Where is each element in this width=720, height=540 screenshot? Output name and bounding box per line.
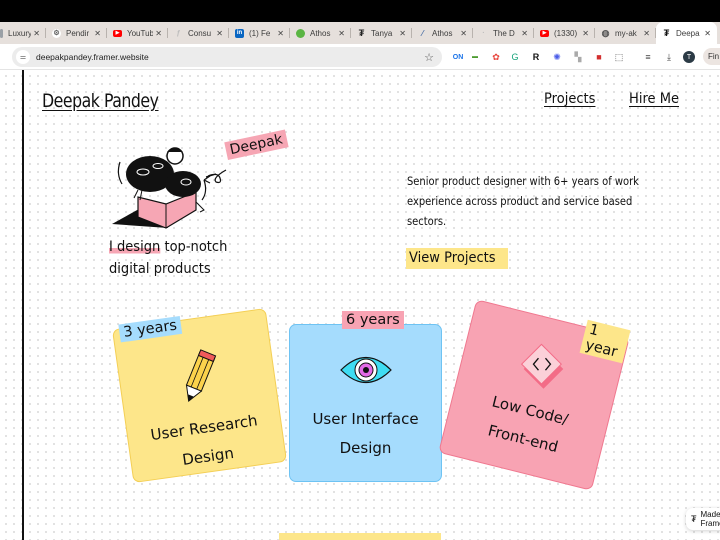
tab-pendir[interactable]: ⚙ Pendir ✕ — [46, 22, 107, 44]
tab-linkedin[interactable]: in (1) Fe ✕ — [229, 22, 290, 44]
grammarly-icon[interactable]: G — [509, 50, 521, 64]
globe-icon: ◍ — [601, 27, 610, 38]
pdf-icon[interactable]: ■ — [593, 50, 605, 64]
card-title-line1: User Interface — [312, 410, 419, 428]
close-icon[interactable]: ✕ — [521, 29, 528, 38]
eye-icon — [340, 356, 392, 384]
close-icon[interactable]: ✕ — [155, 29, 162, 38]
site-logo[interactable]: Deepak Pandey — [42, 90, 159, 112]
framer-icon: ₮ — [358, 28, 365, 38]
page-border-line — [22, 70, 24, 540]
next-section-yellow-block — [279, 533, 441, 540]
framer-icon: ₮ — [663, 28, 670, 38]
skill-card-user-research: 3 years User Research Design — [111, 307, 288, 484]
made-in-framer-badge[interactable]: ₮ Made in Framer — [686, 508, 720, 530]
youtube-icon: ▶ — [113, 29, 122, 37]
site-settings-icon[interactable]: ⚌ — [16, 50, 30, 64]
years-badge: 3 years — [118, 316, 182, 343]
generic-page-icon — [0, 28, 3, 38]
view-projects-button[interactable]: View Projects — [406, 248, 509, 269]
r-extension-icon[interactable]: R — [530, 50, 542, 64]
skill-card-low-code: 1 year Low Code/ Front-end — [438, 299, 631, 491]
skill-card-user-interface: 6 years User Interface Design — [289, 311, 442, 482]
green-circle-icon — [296, 28, 305, 38]
puzzle-icon[interactable]: ⬚ — [613, 50, 625, 64]
person-in-box-illustration — [112, 147, 227, 229]
bookmark-star-icon[interactable]: ☆ — [424, 51, 434, 64]
tab-youtube-2[interactable]: ▶ (1330) ✕ — [534, 22, 595, 44]
close-icon[interactable]: ✕ — [704, 29, 711, 38]
browser-tab-strip: Luxury ✕ ⚙ Pendir ✕ ▶ YouTub ✕ ƒ Consu ✕… — [0, 22, 720, 44]
bookmark-extension-icon[interactable]: ▚ — [572, 50, 584, 64]
close-icon[interactable]: ✕ — [643, 29, 650, 38]
profile-avatar[interactable]: T — [683, 51, 695, 63]
tab-youtube[interactable]: ▶ YouTub ✕ — [107, 22, 168, 44]
years-badge: 6 years — [342, 311, 404, 329]
url-text[interactable]: deepakpandey.framer.website — [36, 52, 149, 62]
close-icon[interactable]: ✕ — [460, 29, 467, 38]
tab-athos[interactable]: Athos ✕ — [290, 22, 351, 44]
framer-icon: ₮ — [691, 514, 697, 524]
code-brackets-icon — [520, 343, 564, 389]
tab-tanya[interactable]: ₮ Tanya ✕ — [351, 22, 412, 44]
on-extension-icon[interactable]: ON — [452, 50, 464, 64]
card-title-line2: Design — [339, 439, 392, 457]
youtube-icon: ▶ — [540, 29, 549, 37]
address-bar-row: ⚌ deepakpandey.framer.website ☆ — [0, 44, 720, 70]
new-extension-icon[interactable]: ▬ — [469, 50, 481, 64]
years-badge: 1 year — [579, 319, 631, 364]
tab-my-ak[interactable]: ◍ my-ak ✕ — [595, 22, 656, 44]
tab-deepak-active[interactable]: ₮ Deepa ✕ — [656, 22, 717, 44]
color-wheel-icon[interactable]: ✿ — [490, 50, 502, 64]
url-bar[interactable]: ⚌ deepakpandey.framer.website ☆ — [12, 47, 442, 67]
tab-luxury[interactable]: Luxury ✕ — [0, 22, 46, 44]
close-icon[interactable]: ✕ — [33, 29, 40, 38]
close-icon[interactable]: ✕ — [94, 29, 101, 38]
close-icon[interactable]: ✕ — [216, 29, 223, 38]
tagline-highlight: I design — [109, 239, 161, 255]
sun-extension-icon[interactable]: ✺ — [551, 50, 563, 64]
tagline: I design top-notch digital products — [109, 239, 228, 277]
find-button[interactable]: Fin — [703, 48, 720, 65]
athos-icon: ⁄ — [421, 28, 424, 38]
bio-text: Senior product designer with 6+ years of… — [407, 175, 639, 228]
tab-athos-2[interactable]: ⁄ Athos ✕ — [412, 22, 473, 44]
close-icon[interactable]: ✕ — [582, 29, 589, 38]
tab-consu[interactable]: ƒ Consu ✕ — [168, 22, 229, 44]
nav-projects[interactable]: Projects — [544, 91, 595, 107]
tab-the-d[interactable]: · The D ✕ — [473, 22, 534, 44]
close-icon[interactable]: ✕ — [399, 29, 406, 38]
nav-hire-me[interactable]: Hire Me — [629, 91, 679, 107]
close-icon[interactable]: ✕ — [277, 29, 284, 38]
generic-page-icon: · — [482, 29, 485, 37]
gear-icon: ⚙ — [52, 28, 61, 38]
os-top-bar — [0, 0, 720, 22]
page-content: Deepak Pandey Projects Hire Me Deepak I … — [0, 70, 720, 540]
pencil-icon — [185, 349, 217, 403]
name-tag: Deepak — [224, 129, 289, 160]
close-icon[interactable]: ✕ — [338, 29, 345, 38]
download-icon[interactable]: ⤓ — [663, 50, 675, 64]
reading-list-icon[interactable]: ≡ — [642, 50, 654, 64]
linkedin-icon: in — [235, 28, 244, 38]
framer-icon: ƒ — [176, 29, 181, 37]
